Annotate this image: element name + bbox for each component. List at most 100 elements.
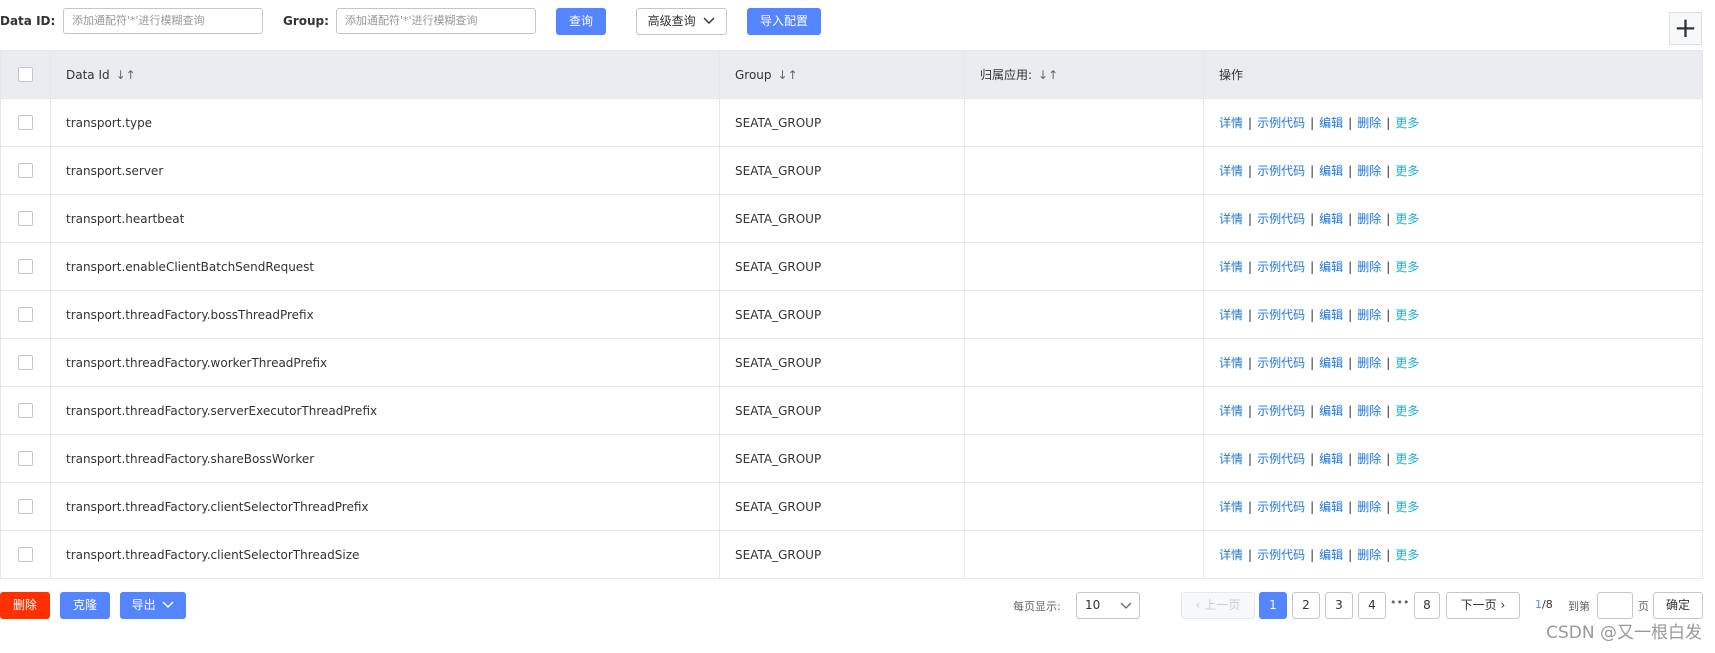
page-button[interactable]: 1 — [1259, 592, 1287, 619]
action-more-link[interactable]: 更多 — [1395, 164, 1419, 178]
cell-group: SEATA_GROUP — [719, 146, 965, 195]
action-more-link[interactable]: 更多 — [1395, 356, 1419, 370]
row-checkbox[interactable] — [18, 451, 33, 466]
row-checkbox[interactable] — [18, 259, 33, 274]
action-more-link[interactable]: 更多 — [1395, 500, 1419, 514]
page-size-select[interactable]: 10 — [1076, 592, 1140, 619]
page-button[interactable]: 2 — [1292, 592, 1320, 619]
clone-button[interactable]: 克隆 — [60, 592, 110, 619]
action-delete-link[interactable]: 删除 — [1357, 260, 1381, 274]
action-detail-link[interactable]: 详情 — [1219, 548, 1243, 562]
action-edit-link[interactable]: 编辑 — [1319, 500, 1343, 514]
add-config-button[interactable]: + — [1669, 12, 1702, 45]
action-sample-link[interactable]: 示例代码 — [1257, 308, 1305, 322]
action-sample-link[interactable]: 示例代码 — [1257, 452, 1305, 466]
page-size-label: 每页显示: — [1013, 600, 1061, 613]
action-sample-link[interactable]: 示例代码 — [1257, 212, 1305, 226]
action-sample-link[interactable]: 示例代码 — [1257, 356, 1305, 370]
action-delete-link[interactable]: 删除 — [1357, 356, 1381, 370]
page-button[interactable]: 4 — [1358, 592, 1386, 619]
sort-icon[interactable]: ↓↑ — [116, 68, 136, 82]
row-checkbox[interactable] — [18, 403, 33, 418]
sort-icon[interactable]: ↓↑ — [1038, 68, 1058, 82]
export-button[interactable]: 导出 — [120, 592, 186, 619]
action-detail-link[interactable]: 详情 — [1219, 404, 1243, 418]
action-delete-link[interactable]: 删除 — [1357, 212, 1381, 226]
row-checkbox[interactable] — [18, 163, 33, 178]
action-sample-link[interactable]: 示例代码 — [1257, 260, 1305, 274]
action-sample-link[interactable]: 示例代码 — [1257, 548, 1305, 562]
cell-group: SEATA_GROUP — [719, 194, 965, 243]
action-edit-link[interactable]: 编辑 — [1319, 164, 1343, 178]
action-detail-link[interactable]: 详情 — [1219, 308, 1243, 322]
advanced-query-button[interactable]: 高级查询 — [636, 8, 727, 35]
action-edit-link[interactable]: 编辑 — [1319, 452, 1343, 466]
action-more-link[interactable]: 更多 — [1395, 452, 1419, 466]
page-button[interactable]: 3 — [1325, 592, 1353, 619]
prev-page-button[interactable]: ‹ 上一页 — [1181, 592, 1255, 619]
action-separator: | — [1348, 452, 1353, 466]
action-more-link[interactable]: 更多 — [1395, 308, 1419, 322]
action-sample-link[interactable]: 示例代码 — [1257, 404, 1305, 418]
action-more-link[interactable]: 更多 — [1395, 212, 1419, 226]
action-edit-link[interactable]: 编辑 — [1319, 308, 1343, 322]
row-checkbox[interactable] — [18, 115, 33, 130]
action-sample-link[interactable]: 示例代码 — [1257, 500, 1305, 514]
action-delete-link[interactable]: 删除 — [1357, 548, 1381, 562]
chevron-right-icon: › — [1496, 598, 1506, 612]
cell-app — [964, 338, 1204, 387]
action-more-link[interactable]: 更多 — [1395, 548, 1419, 562]
action-detail-link[interactable]: 详情 — [1219, 116, 1243, 130]
sort-icon[interactable]: ↓↑ — [778, 68, 798, 82]
action-detail-link[interactable]: 详情 — [1219, 452, 1243, 466]
action-detail-link[interactable]: 详情 — [1219, 356, 1243, 370]
action-delete-link[interactable]: 删除 — [1357, 452, 1381, 466]
header-data-id[interactable]: Data Id ↓↑ — [50, 50, 720, 99]
next-page-button[interactable]: 下一页 › — [1446, 592, 1520, 619]
action-more-link[interactable]: 更多 — [1395, 116, 1419, 130]
action-separator: | — [1386, 212, 1391, 226]
action-sample-link[interactable]: 示例代码 — [1257, 116, 1305, 130]
action-detail-link[interactable]: 详情 — [1219, 260, 1243, 274]
import-config-button[interactable]: 导入配置 — [747, 8, 821, 35]
cell-actions: 详情 | 示例代码 | 编辑 | 删除 | 更多 — [1203, 290, 1703, 339]
action-edit-link[interactable]: 编辑 — [1319, 116, 1343, 130]
action-more-link[interactable]: 更多 — [1395, 404, 1419, 418]
action-delete-link[interactable]: 删除 — [1357, 500, 1381, 514]
action-edit-link[interactable]: 编辑 — [1319, 212, 1343, 226]
action-edit-link[interactable]: 编辑 — [1319, 548, 1343, 562]
action-delete-link[interactable]: 删除 — [1357, 404, 1381, 418]
group-input[interactable]: 添加通配符'*'进行模糊查询 — [336, 8, 536, 34]
data-id-input[interactable]: 添加通配符'*'进行模糊查询 — [63, 8, 263, 34]
action-separator: | — [1386, 452, 1391, 466]
row-checkbox[interactable] — [18, 355, 33, 370]
action-edit-link[interactable]: 编辑 — [1319, 404, 1343, 418]
cell-group: SEATA_GROUP — [719, 482, 965, 531]
goto-page-input[interactable] — [1597, 592, 1633, 619]
action-detail-link[interactable]: 详情 — [1219, 500, 1243, 514]
row-checkbox[interactable] — [18, 307, 33, 322]
action-separator: | — [1348, 308, 1353, 322]
header-app[interactable]: 归属应用: ↓↑ — [964, 50, 1204, 99]
action-detail-link[interactable]: 详情 — [1219, 212, 1243, 226]
row-checkbox[interactable] — [18, 547, 33, 562]
row-checkbox[interactable] — [18, 211, 33, 226]
action-delete-link[interactable]: 删除 — [1357, 116, 1381, 130]
action-detail-link[interactable]: 详情 — [1219, 164, 1243, 178]
page-button[interactable]: 8 — [1414, 592, 1440, 619]
goto-label: 到第 — [1568, 600, 1590, 613]
action-edit-link[interactable]: 编辑 — [1319, 356, 1343, 370]
batch-delete-button[interactable]: 删除 — [0, 592, 50, 619]
goto-confirm-button[interactable]: 确定 — [1653, 592, 1703, 619]
action-sample-link[interactable]: 示例代码 — [1257, 164, 1305, 178]
action-delete-link[interactable]: 删除 — [1357, 164, 1381, 178]
select-all-checkbox[interactable] — [18, 67, 33, 82]
cell-actions: 详情 | 示例代码 | 编辑 | 删除 | 更多 — [1203, 242, 1703, 291]
action-delete-link[interactable]: 删除 — [1357, 308, 1381, 322]
action-edit-link[interactable]: 编辑 — [1319, 260, 1343, 274]
header-group[interactable]: Group ↓↑ — [719, 50, 965, 99]
header-group-label: Group — [735, 67, 772, 82]
action-more-link[interactable]: 更多 — [1395, 260, 1419, 274]
query-button[interactable]: 查询 — [556, 8, 606, 35]
row-checkbox[interactable] — [18, 499, 33, 514]
